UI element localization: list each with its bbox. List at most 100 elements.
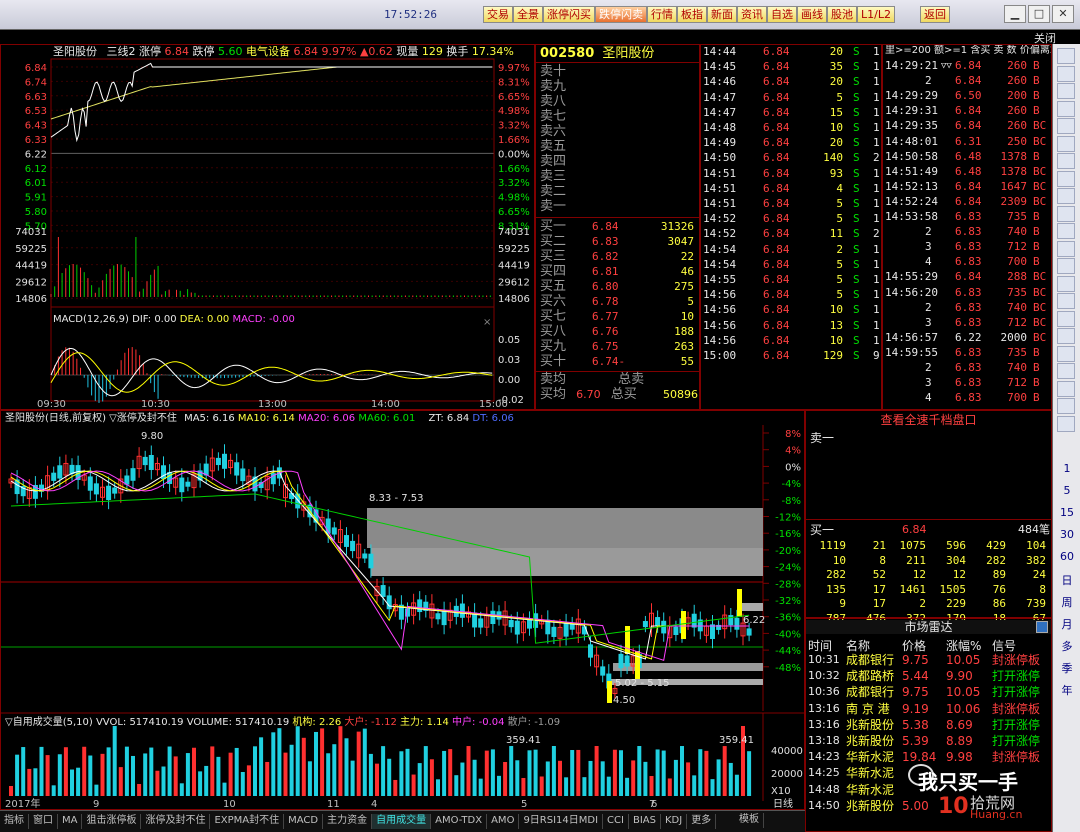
depth-cell: 1461: [899, 582, 927, 596]
tool-icon-6[interactable]: [1057, 153, 1075, 169]
tool-icon-10[interactable]: [1057, 223, 1075, 239]
tool-icon-2[interactable]: [1057, 83, 1075, 99]
minimize-icon[interactable]: ▁: [1004, 5, 1026, 23]
indicator-tab-3[interactable]: 狙击涨停板: [82, 814, 142, 829]
toolbar-button-7[interactable]: 资讯: [737, 6, 767, 23]
full-depth-link[interactable]: 查看全速千档盘口: [806, 413, 1051, 427]
sell-summary: 卖均 总卖: [540, 372, 645, 387]
tool-icon-0[interactable]: [1057, 48, 1075, 64]
template-tab[interactable]: 模板: [735, 813, 764, 828]
indicator-tab-5[interactable]: EXPMA封不住: [210, 814, 285, 829]
tool-icon-14[interactable]: [1057, 293, 1075, 309]
toolbar-button-5[interactable]: 板指: [677, 6, 707, 23]
toolbar-button-8[interactable]: 自选: [767, 6, 797, 23]
tick-cell-0: 15:00: [703, 349, 737, 362]
depth-cell: 12: [952, 568, 966, 581]
indicator-tab-2[interactable]: MA: [58, 814, 83, 829]
tool-icon-8[interactable]: [1057, 188, 1075, 204]
volume-bar-82: [509, 746, 514, 796]
close-link[interactable]: 关闭: [1000, 30, 1080, 45]
period-1[interactable]: 5: [1053, 484, 1080, 497]
tool-icon-7[interactable]: [1057, 170, 1075, 187]
volume-bar-41: [259, 737, 264, 796]
indicator-tab-8[interactable]: 自用成交量: [372, 814, 432, 829]
tool-icon-12[interactable]: [1057, 258, 1075, 274]
big-order-side: B: [1033, 149, 1040, 163]
buy-summary: 买均 6.70 总买 50896: [540, 387, 698, 402]
indicator-tab-12[interactable]: CCI: [603, 814, 629, 829]
period-0[interactable]: 1: [1053, 462, 1080, 475]
toolbar-button-11[interactable]: L1/L2: [857, 6, 895, 23]
tool-icon-16[interactable]: [1057, 328, 1075, 344]
indicator-tab-15[interactable]: 更多: [687, 814, 717, 829]
tool-icon-5[interactable]: [1057, 135, 1075, 152]
period-2[interactable]: 15: [1053, 506, 1080, 519]
tool-icon-1[interactable]: [1057, 65, 1075, 82]
indicator-tab-4[interactable]: 涨停及封不住: [141, 814, 211, 829]
indicator-tab-9[interactable]: AMO-TDX: [431, 814, 488, 829]
tool-icon-20[interactable]: [1057, 398, 1075, 414]
toolbar-button-3[interactable]: 跌停闪卖: [595, 6, 647, 23]
volume-bar-107: [661, 750, 666, 796]
toolbar-button-1[interactable]: 全景: [513, 6, 543, 23]
indicator-tab-1[interactable]: 窗口: [29, 814, 58, 829]
period-7[interactable]: 月: [1053, 616, 1080, 632]
toolbar-button-10[interactable]: 股池: [827, 6, 857, 23]
big-order-time: 3: [925, 376, 932, 390]
close-icon[interactable]: ✕: [1052, 5, 1074, 23]
period-10[interactable]: 年: [1053, 682, 1080, 698]
period-6[interactable]: 周: [1053, 594, 1080, 610]
indicator-tab-0[interactable]: 指标: [0, 814, 29, 829]
toolbar-button-6[interactable]: 新面: [707, 6, 737, 23]
period-3[interactable]: 30: [1053, 528, 1080, 541]
toolbar-button-2[interactable]: 涨停闪买: [543, 6, 595, 23]
toolbar-button-9[interactable]: 画线: [797, 6, 827, 23]
indicator-tab-10[interactable]: AMO: [487, 814, 520, 829]
tool-icon-4[interactable]: [1057, 118, 1075, 134]
volume-bar-23: [149, 747, 154, 796]
vol-tick-left-2: 44419: [15, 261, 47, 272]
radar-cell-4: 打开涨停: [992, 734, 1041, 748]
period-8[interactable]: 多: [1053, 638, 1080, 654]
tool-icon-15[interactable]: [1057, 310, 1075, 327]
indicator-tab-11[interactable]: 9日RSI14日MDI: [519, 814, 604, 829]
tool-icon-3[interactable]: [1057, 100, 1075, 117]
candle-body-35: [222, 453, 227, 469]
volume-bar-18: [118, 767, 123, 796]
period-4[interactable]: 60: [1053, 550, 1080, 563]
big-order-price: 6.83: [955, 361, 982, 374]
maximize-icon[interactable]: □: [1028, 5, 1050, 23]
indicator-tab-6[interactable]: MACD: [284, 814, 324, 829]
big-order-filter[interactable]: 里>=200 额>=1 含买 卖 数 价偏离25: [885, 45, 1051, 58]
indicator-tab-14[interactable]: KDJ: [661, 814, 688, 829]
tick-cell-2: 11: [829, 227, 843, 241]
tick-cell-1: 6.84: [763, 349, 790, 362]
period-9[interactable]: 季: [1053, 660, 1080, 676]
indicator-tab-7[interactable]: 主力资金: [323, 814, 373, 829]
toolbar-button-0[interactable]: 交易: [483, 6, 513, 23]
indicator-tab-13[interactable]: BIAS: [629, 814, 661, 829]
sell-level-8: 卖二: [540, 184, 567, 199]
volume-bar-96: [594, 746, 599, 796]
tool-icon-13[interactable]: [1057, 275, 1075, 292]
radar-cell-1: 南 京 港: [846, 701, 890, 716]
radar-settings-icon[interactable]: [1036, 621, 1048, 633]
radar-cell-1: 兆新股份: [846, 798, 895, 813]
big-order-time: 2: [925, 74, 932, 88]
tool-icon-21[interactable]: [1057, 415, 1075, 432]
candle-body-32: [203, 463, 209, 476]
big-order-volume: 712: [1007, 240, 1027, 254]
tool-icon-11[interactable]: [1057, 240, 1075, 257]
kline-chart[interactable]: 8% 4% 0% -4% -8% -12% -16% -20% -24% -28% -32% -36%…: [1, 411, 806, 811]
tool-icon-9[interactable]: [1057, 205, 1075, 222]
period-5[interactable]: 日: [1053, 572, 1080, 588]
tick-cell-0: 14:48: [703, 121, 737, 134]
intraday-chart[interactable]: 6.84 9.97% 6.74 8.31% 6.63 6.65% 6.53 4.98% 6.43…: [1, 45, 536, 411]
tool-icon-18[interactable]: [1057, 363, 1075, 379]
toolbar-button-12[interactable]: 返回: [920, 6, 950, 23]
tool-icon-17[interactable]: [1057, 345, 1075, 362]
tool-icon-19[interactable]: [1057, 380, 1075, 397]
candle-body-83: [514, 620, 520, 635]
tick-list[interactable]: 14:44 6.84 20 S 1 14:45 6.84 35 S 1 14:46 6.84 20 S 1 1…: [700, 44, 882, 410]
toolbar-button-4[interactable]: 行情: [647, 6, 677, 23]
